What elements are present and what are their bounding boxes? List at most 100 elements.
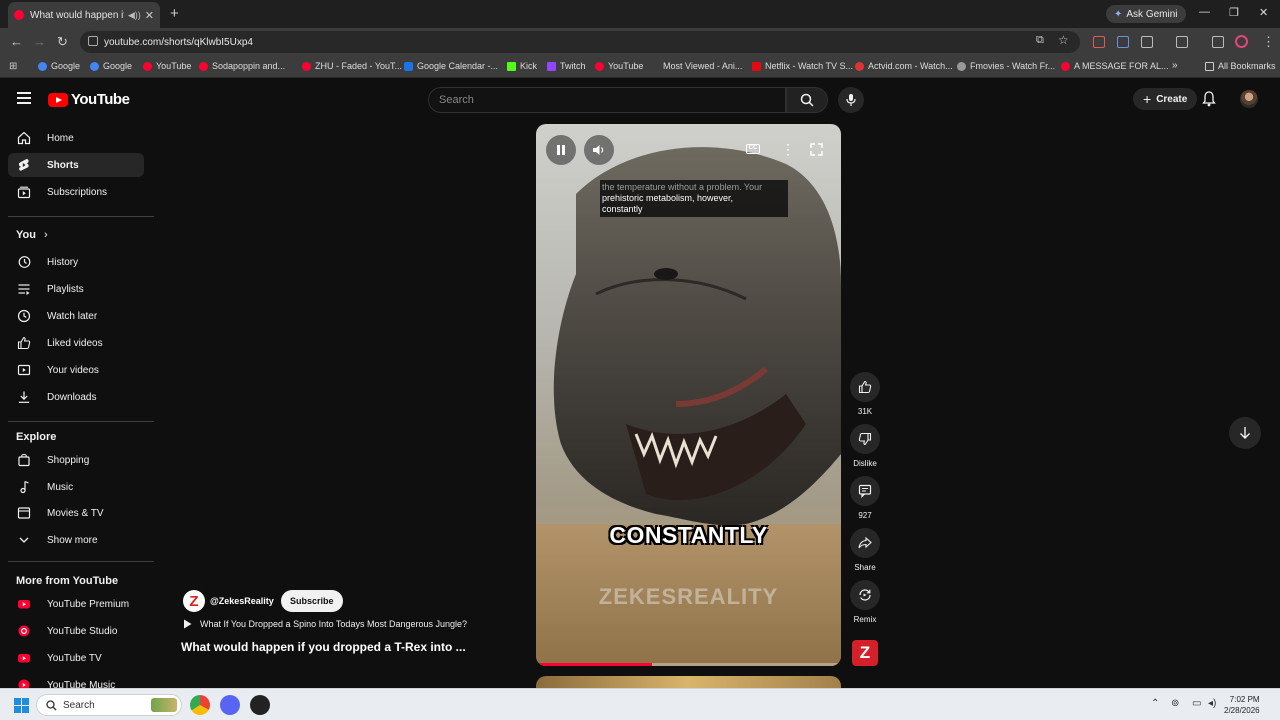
all-bookmarks[interactable]: All Bookmarks	[1205, 61, 1276, 71]
bookmark-star-icon[interactable]: ☆	[1058, 33, 1069, 47]
share-button[interactable]: Share	[849, 528, 881, 572]
dislike-button[interactable]: Dislike	[849, 424, 881, 468]
sidebar-item-history[interactable]: History	[8, 250, 144, 274]
bookmark-item[interactable]: Google Calendar -...	[404, 61, 498, 71]
fullscreen-icon[interactable]	[810, 143, 823, 156]
sidebar-item-youtube-studio[interactable]: YouTube Studio	[8, 619, 144, 643]
avatar[interactable]	[1240, 90, 1258, 108]
next-short-preview[interactable]	[536, 676, 841, 688]
remix-button[interactable]: Remix	[849, 580, 881, 624]
subscribe-button[interactable]: Subscribe	[281, 590, 343, 612]
sidebar-item-shorts[interactable]: Shorts	[8, 153, 144, 177]
search-button[interactable]	[786, 87, 828, 113]
bookmark-item[interactable]: A MESSAGE FOR AL...	[1061, 61, 1169, 71]
sidebar-you-heading[interactable]: You ›	[16, 229, 48, 241]
channel-avatar[interactable]: Z	[183, 590, 205, 612]
chrome-menu-icon[interactable]: ⋮	[1262, 34, 1275, 50]
share-icon	[858, 536, 872, 549]
arrow-down-icon	[1240, 427, 1250, 439]
bookmark-item[interactable]: Sodapoppin and...	[199, 61, 285, 71]
ask-gemini-button[interactable]: ✦ Ask Gemini	[1106, 5, 1186, 23]
sidebar-item-liked-videos[interactable]: Liked videos	[8, 331, 144, 355]
youtube-logo[interactable]: YouTube	[48, 91, 130, 108]
sidebar-item-watch-later[interactable]: Watch later	[8, 304, 144, 328]
tab-audio-icon[interactable]: ◀))	[128, 10, 141, 21]
sidebar-item-your-videos[interactable]: Your videos	[8, 358, 144, 382]
sidebar-item-playlists[interactable]: Playlists	[8, 277, 144, 301]
back-icon[interactable]: ←	[10, 34, 23, 49]
notifications-bell-icon[interactable]	[1202, 91, 1216, 107]
extensions-puzzle-icon[interactable]	[1141, 36, 1153, 48]
bookmark-item[interactable]: Fmovies - Watch Fr...	[957, 61, 1055, 71]
hamburger-menu-icon[interactable]	[17, 92, 31, 104]
chevron-right-icon[interactable]: »	[1172, 60, 1178, 71]
tray-app-icon[interactable]: ⊚	[1171, 698, 1179, 709]
sidebar-item-movies[interactable]: Movies & TV	[8, 501, 144, 525]
profile-icon[interactable]	[1235, 35, 1248, 48]
windows-start-icon[interactable]	[14, 698, 29, 713]
bookmark-item[interactable]: Most Viewed - Ani...	[650, 61, 742, 71]
app-taskbar-icon[interactable]	[250, 695, 270, 715]
extension-icon[interactable]	[1093, 36, 1105, 48]
comments-button[interactable]: 927	[849, 476, 881, 520]
sidebar-item-youtube-music[interactable]: YouTube Music	[8, 673, 144, 688]
more-options-icon[interactable]: ⋮	[781, 141, 795, 158]
network-icon[interactable]: ▭	[1192, 698, 1201, 709]
taskbar-search-label: Search	[63, 699, 95, 711]
progress-bar[interactable]	[536, 663, 841, 666]
tray-overflow-icon[interactable]: ⌃	[1151, 698, 1159, 709]
related-video-link[interactable]: What If You Dropped a Spino Into Todays …	[183, 619, 467, 629]
site-info-icon[interactable]	[88, 36, 98, 46]
bookmark-item[interactable]: Google	[90, 61, 132, 71]
voice-search-button[interactable]	[838, 87, 864, 113]
volume-button[interactable]	[584, 135, 614, 165]
extension-icon[interactable]	[1117, 36, 1129, 48]
closed-captions-icon[interactable]: CC	[746, 144, 760, 154]
sidebar-item-subscriptions[interactable]: Subscriptions	[8, 180, 144, 204]
bookmark-item[interactable]: Kick	[507, 61, 537, 71]
bookmark-item[interactable]: YouTube	[143, 61, 191, 71]
sidebar-item-youtube-tv[interactable]: YouTube TV	[8, 646, 144, 670]
next-short-button[interactable]	[1229, 417, 1261, 449]
bookmark-item[interactable]: Google	[38, 61, 80, 71]
tab-search-icon[interactable]	[1212, 36, 1224, 48]
maximize-icon[interactable]: ❐	[1229, 6, 1239, 19]
minimize-icon[interactable]: —	[1199, 6, 1210, 18]
bookmark-item[interactable]: YouTube	[595, 61, 643, 71]
bookmark-item[interactable]: Actvid.com - Watch...	[855, 61, 953, 71]
google-icon	[90, 61, 99, 71]
window-close-icon[interactable]: ✕	[1259, 6, 1268, 19]
side-panel-icon[interactable]	[1176, 36, 1188, 48]
bookmark-item[interactable]: Netflix - Watch TV S...	[752, 61, 853, 71]
reload-icon[interactable]: ↻	[57, 34, 68, 50]
pause-button[interactable]	[546, 135, 576, 165]
tab-close-icon[interactable]: ✕	[145, 9, 154, 22]
bookmark-item[interactable]: ZHU - Faded - YouT...	[302, 61, 402, 71]
bookmark-item[interactable]: Twitch	[547, 61, 586, 71]
system-clock[interactable]: 7:02 PM 2/28/2026	[1224, 694, 1260, 716]
sidebar-item-shopping[interactable]: Shopping	[8, 448, 144, 472]
discord-taskbar-icon[interactable]	[220, 695, 240, 715]
forward-icon[interactable]: →	[33, 34, 46, 49]
new-tab-button[interactable]: +	[170, 5, 179, 22]
short-title[interactable]: What would happen if you dropped a T-Rex…	[181, 640, 466, 654]
apps-grid-icon[interactable]: ⊞	[9, 61, 17, 72]
browser-tab[interactable]: What would happen if you ◀)) ✕	[8, 2, 160, 28]
channel-thumbnail[interactable]: Z	[852, 640, 878, 666]
address-bar[interactable]: youtube.com/shorts/qKlwbI5Uxp4	[80, 31, 1080, 53]
search-input[interactable]: Search	[428, 87, 786, 113]
sidebar-item-music[interactable]: Music	[8, 475, 144, 499]
shorts-video-player[interactable]: the temperature without a problem. Your …	[536, 124, 841, 666]
sidebar-item-show-more[interactable]: Show more	[8, 528, 144, 552]
like-button[interactable]: 31K	[849, 372, 881, 416]
taskbar-search-input[interactable]: Search	[36, 694, 182, 716]
chrome-taskbar-icon[interactable]	[190, 695, 210, 715]
sidebar-item-label: Downloads	[47, 391, 97, 403]
channel-name[interactable]: @ZekesReality	[210, 596, 274, 606]
create-button[interactable]: + Create	[1133, 88, 1198, 110]
sidebar-item-downloads[interactable]: Downloads	[8, 385, 144, 409]
sidebar-item-youtube-premium[interactable]: YouTube Premium	[8, 592, 144, 616]
speaker-icon[interactable]: ◂)	[1208, 698, 1216, 709]
sidebar-item-home[interactable]: Home	[8, 126, 144, 150]
install-app-icon[interactable]: ⧉	[1036, 34, 1044, 47]
